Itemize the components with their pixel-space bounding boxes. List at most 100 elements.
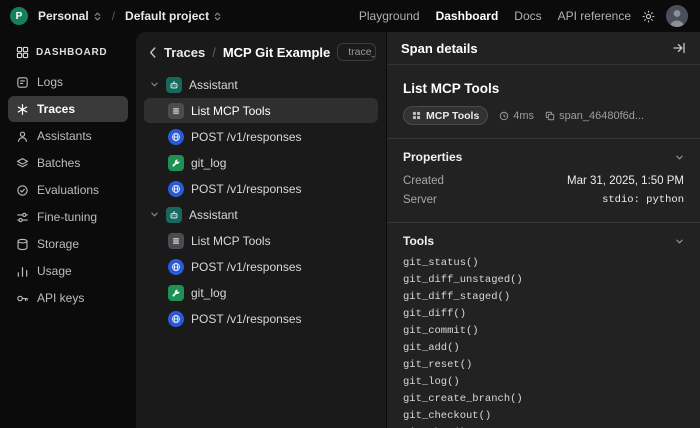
- span-group-assistant[interactable]: Assistant: [144, 202, 378, 227]
- span-label: git_log: [191, 156, 226, 170]
- chevron-up-down-icon: [93, 11, 102, 22]
- span-label: POST /v1/responses: [191, 312, 302, 326]
- tool-item: git_create_branch(): [403, 391, 684, 408]
- assistant-icon: [166, 207, 182, 223]
- org-name: Personal: [38, 9, 89, 23]
- batches-icon: [16, 157, 29, 170]
- span-row-post-responses[interactable]: POST /v1/responses: [144, 254, 378, 279]
- nav-api-reference[interactable]: API reference: [558, 9, 631, 23]
- span-row-git-log[interactable]: git_log: [144, 150, 378, 175]
- trace-panel: Traces / MCP Git Example trace_aef6...: [136, 32, 386, 428]
- span-row-list-mcp-tools[interactable]: List MCP Tools: [144, 228, 378, 253]
- tools-section-header[interactable]: Tools: [403, 234, 684, 248]
- sidebar-item-fine-tuning[interactable]: Fine-tuning: [8, 204, 128, 230]
- chevron-down-icon: [675, 153, 684, 162]
- span-type-label: MCP Tools: [426, 110, 479, 122]
- chevron-down-icon[interactable]: [150, 80, 159, 89]
- span-row-git-log[interactable]: git_log: [144, 280, 378, 305]
- workspace: Traces / MCP Git Example trace_aef6...: [136, 32, 700, 428]
- api-call-icon: [168, 181, 184, 197]
- tool-item: git_log(): [403, 374, 684, 391]
- user-avatar[interactable]: [666, 5, 688, 27]
- sidebar-item-label: Fine-tuning: [37, 210, 97, 224]
- gear-icon[interactable]: [641, 9, 656, 24]
- storage-icon: [16, 238, 29, 251]
- sidebar-item-label: Traces: [37, 102, 75, 116]
- sidebar-item-label: API keys: [37, 291, 84, 305]
- dashboard-icon: [16, 46, 29, 59]
- span-details-body: List MCP Tools MCP Tools 4ms span_46480f…: [387, 65, 700, 428]
- duration-label: 4ms: [513, 110, 534, 122]
- sidebar-header: DASHBOARD: [8, 40, 128, 69]
- trace-id: trace_aef6...: [348, 46, 376, 58]
- span-details-header: Span details: [387, 32, 700, 65]
- span-tree: Assistant List MCP Tools POST /v1/respon…: [136, 70, 386, 334]
- span-id-label: span_46480f6d...: [559, 110, 644, 122]
- clock-icon: [499, 111, 509, 121]
- sidebar-item-label: Logs: [37, 75, 63, 89]
- property-value: Mar 31, 2025, 1:50 PM: [567, 175, 684, 187]
- sidebar-item-logs[interactable]: Logs: [8, 69, 128, 95]
- sidebar-item-api-keys[interactable]: API keys: [8, 285, 128, 311]
- traces-icon: [16, 103, 29, 116]
- breadcrumb-traces[interactable]: Traces: [164, 45, 205, 60]
- breadcrumb-separator: /: [212, 45, 216, 60]
- property-key: Server: [403, 194, 437, 206]
- span-label: POST /v1/responses: [191, 260, 302, 274]
- sidebar-item-label: Batches: [37, 156, 80, 170]
- fine-tuning-icon: [16, 211, 29, 224]
- span-row-post-responses[interactable]: POST /v1/responses: [144, 124, 378, 149]
- sidebar-item-label: Assistants: [37, 129, 92, 143]
- copy-icon: [545, 111, 555, 121]
- sidebar-item-label: Usage: [37, 264, 72, 278]
- nav-dashboard[interactable]: Dashboard: [436, 9, 499, 23]
- span-id-chip[interactable]: span_46480f6d...: [545, 110, 644, 122]
- span-label: Assistant: [189, 78, 238, 92]
- sidebar-item-assistants[interactable]: Assistants: [8, 123, 128, 149]
- nav-playground[interactable]: Playground: [359, 9, 420, 23]
- nav-docs[interactable]: Docs: [514, 9, 541, 23]
- trace-id-chip[interactable]: trace_aef6...: [337, 43, 376, 61]
- span-row-post-responses[interactable]: POST /v1/responses: [144, 306, 378, 331]
- span-name: List MCP Tools: [403, 81, 684, 96]
- tool-item: git_commit(): [403, 323, 684, 340]
- org-avatar[interactable]: P: [10, 7, 28, 25]
- evaluations-icon: [16, 184, 29, 197]
- tool-item: git_add(): [403, 340, 684, 357]
- span-label: List MCP Tools: [191, 234, 271, 248]
- project-switcher[interactable]: Default project: [125, 9, 222, 23]
- back-chevron-icon[interactable]: [148, 46, 157, 59]
- org-switcher[interactable]: Personal: [38, 9, 102, 23]
- api-call-icon: [168, 259, 184, 275]
- collapse-panel-icon[interactable]: [672, 41, 686, 55]
- span-row-post-responses[interactable]: POST /v1/responses: [144, 176, 378, 201]
- chevron-down-icon[interactable]: [150, 210, 159, 219]
- tool-item: git_status(): [403, 255, 684, 272]
- span-type-badge: MCP Tools: [403, 106, 488, 125]
- properties-title: Properties: [403, 150, 462, 164]
- tool-item: git_reset(): [403, 357, 684, 374]
- span-group-assistant[interactable]: Assistant: [144, 72, 378, 97]
- sidebar-item-batches[interactable]: Batches: [8, 150, 128, 176]
- list-icon: [168, 233, 184, 249]
- span-badges: MCP Tools 4ms span_46480f6d...: [403, 106, 684, 125]
- properties-section-header[interactable]: Properties: [403, 150, 684, 164]
- key-icon: [16, 292, 29, 305]
- api-call-icon: [168, 129, 184, 145]
- trace-header: Traces / MCP Git Example trace_aef6...: [136, 32, 386, 70]
- list-icon: [168, 103, 184, 119]
- sidebar-item-storage[interactable]: Storage: [8, 231, 128, 257]
- span-row-list-mcp-tools[interactable]: List MCP Tools: [144, 98, 378, 123]
- sidebar-item-label: Storage: [37, 237, 79, 251]
- sidebar-item-evaluations[interactable]: Evaluations: [8, 177, 128, 203]
- property-row: Server stdio: python: [403, 190, 684, 209]
- property-value: stdio: python: [602, 194, 684, 206]
- sidebar-title: DASHBOARD: [36, 47, 107, 58]
- project-name: Default project: [125, 9, 209, 23]
- tool-item: git_checkout(): [403, 408, 684, 425]
- breadcrumb-separator: /: [112, 9, 115, 23]
- sidebar-item-traces[interactable]: Traces: [8, 96, 128, 122]
- sidebar-item-usage[interactable]: Usage: [8, 258, 128, 284]
- top-nav: Playground Dashboard Docs API reference: [359, 9, 631, 23]
- tool-call-icon: [168, 285, 184, 301]
